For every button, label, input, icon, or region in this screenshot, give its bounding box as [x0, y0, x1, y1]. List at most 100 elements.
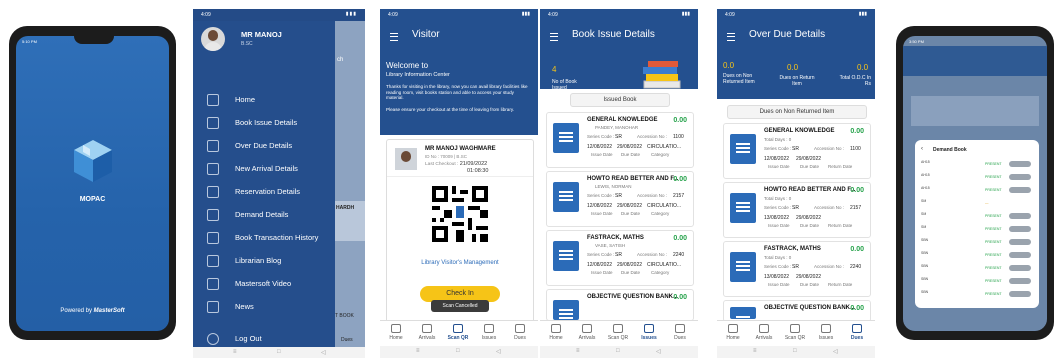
request-button[interactable] [1009, 265, 1031, 271]
nav-scan-qr[interactable]: Scan QR [781, 324, 809, 341]
nav-issues[interactable]: Issues [475, 324, 503, 341]
background-card [911, 96, 1039, 126]
request-button[interactable] [1009, 278, 1031, 284]
request-button[interactable] [1009, 239, 1031, 245]
nav-issues[interactable]: Issues [635, 324, 663, 341]
home-nav-icon[interactable]: □ [277, 349, 281, 355]
request-button[interactable] [1009, 291, 1031, 297]
home-nav-icon[interactable]: □ [456, 348, 460, 354]
demand-row[interactable]: SBN PRESENT [921, 277, 1033, 287]
request-button[interactable] [1009, 161, 1031, 167]
user-name: MR MANOJ [241, 30, 282, 39]
nav-arrivals[interactable]: Arrivals [750, 324, 778, 341]
demand-row[interactable]: SM PRESENT [921, 225, 1033, 235]
nav-scan-qr[interactable]: Scan QR [444, 324, 472, 341]
book-title: OBJECTIVE QUESTION BANK... [587, 294, 679, 300]
menu-item-label: Book Issue Details [235, 118, 298, 127]
qr-code-icon [432, 186, 488, 242]
nav-issues[interactable]: Issues [812, 324, 840, 341]
nav-dues[interactable]: Dues [666, 324, 694, 341]
status-badge: PRESENT [985, 253, 1002, 257]
overdue-card[interactable]: FASTRACK, MATHS 0.00 Total Days : 0 Seri… [723, 241, 871, 297]
series-code: SR [615, 252, 622, 258]
calendar-icon [207, 186, 219, 198]
request-button[interactable] [1009, 252, 1031, 258]
last-checkout-time: 01:08:30 [467, 168, 489, 174]
book-icon [553, 300, 579, 320]
home-nav-icon[interactable]: □ [793, 348, 797, 354]
menu-item-home[interactable]: Home [193, 90, 335, 112]
divider [387, 176, 533, 177]
last-checkout-label: Last Checkout : [425, 162, 459, 167]
nav-home[interactable]: Home [542, 324, 570, 341]
menu-item-transaction-history[interactable]: Book Transaction History [193, 228, 335, 250]
avatar[interactable] [201, 27, 225, 51]
request-button[interactable] [1009, 187, 1031, 193]
phone-notch [74, 36, 114, 44]
menu-item-over-due[interactable]: Over Due Details [193, 136, 335, 158]
request-button[interactable] [1009, 174, 1031, 180]
books-stack-icon [643, 61, 681, 89]
back-icon[interactable]: ◁ [833, 348, 838, 355]
menu-icon[interactable] [550, 33, 558, 41]
menu-icon[interactable] [390, 33, 398, 41]
request-button[interactable] [1009, 226, 1031, 232]
checkout-notice: Please ensure your checkout at the time … [386, 107, 515, 112]
recent-apps-icon[interactable]: ≡ [576, 348, 580, 354]
demand-row[interactable]: SBN PRESENT [921, 290, 1033, 300]
page-title: Book Issue Details [572, 29, 655, 40]
back-icon[interactable]: ◁ [321, 349, 326, 356]
tab-dues-non-returned[interactable]: Dues on Non Returned Item [727, 105, 867, 119]
demand-row[interactable]: SM PRESENT [921, 212, 1033, 222]
book-card[interactable]: OBJECTIVE QUESTION BANK... 0.00 [546, 289, 694, 321]
back-icon[interactable]: ‹ [921, 146, 923, 152]
overdue-card[interactable]: HOWTO READ BETTER AND F... 0.00 Total Da… [723, 182, 871, 238]
nav-dues[interactable]: Dues [506, 324, 534, 341]
nav-dues[interactable]: Dues [843, 324, 871, 341]
demand-row[interactable]: AH15 PRESENT [921, 173, 1033, 183]
menu-item-reservation[interactable]: Reservation Details [193, 182, 335, 204]
overdue-card[interactable]: GENERAL KNOWLEDGE 0.00 Total Days : 0 Se… [723, 123, 871, 179]
nav-arrivals[interactable]: Arrivals [573, 324, 601, 341]
demand-row[interactable]: SBN PRESENT [921, 264, 1033, 274]
menu-item-demand[interactable]: Demand Details [193, 205, 335, 227]
issued-count: 4 [552, 65, 557, 74]
home-nav-icon[interactable]: □ [616, 348, 620, 354]
demand-row[interactable]: AH15 PRESENT [921, 186, 1033, 196]
tab-issued-book[interactable]: Issued Book [570, 93, 670, 107]
request-button[interactable] [1009, 213, 1031, 219]
overdue-card[interactable]: OBJECTIVE QUESTION BANK... 0.00 [723, 300, 871, 322]
recent-apps-icon[interactable]: ≡ [753, 348, 757, 354]
demand-row[interactable]: SM — [921, 199, 1033, 209]
nav-home[interactable]: Home [719, 324, 747, 341]
powered-by: Powered by MasterSoft [16, 308, 169, 314]
menu-icon[interactable] [727, 33, 735, 41]
book-icon [553, 182, 579, 212]
book-title: GENERAL KNOWLEDGE [764, 128, 835, 134]
demand-row[interactable]: AH15 PRESENT [921, 160, 1033, 170]
menu-item-book-issue[interactable]: Book Issue Details [193, 113, 335, 135]
nav-arrivals[interactable]: Arrivals [413, 324, 441, 341]
signal-icon: ▮▮▮ [858, 11, 867, 17]
recent-apps-icon[interactable]: ≡ [233, 349, 237, 355]
book-card[interactable]: HOWTO READ BETTER AND F... 0.00 LEWIS, N… [546, 171, 694, 227]
row-code: SBN [921, 290, 929, 294]
menu-item-librarian-blog[interactable]: Librarian Blog [193, 251, 335, 273]
status-time: 4:09 [548, 12, 558, 18]
book-card[interactable]: GENERAL KNOWLEDGE 0.00 PANDEY, MANOHAR S… [546, 112, 694, 168]
series-label: Series Code : [764, 264, 792, 269]
book-card[interactable]: FASTRACK, MATHS 0.00 VASE, SATISH Series… [546, 230, 694, 286]
back-icon[interactable]: ◁ [656, 348, 661, 355]
accession-label: Accession No : [814, 264, 845, 269]
demand-row[interactable]: SBN PRESENT [921, 238, 1033, 248]
nav-scan-qr[interactable]: Scan QR [604, 324, 632, 341]
menu-item-new-arrival[interactable]: New Arrival Details [193, 159, 335, 181]
recent-apps-icon[interactable]: ≡ [416, 348, 420, 354]
nav-home[interactable]: Home [382, 324, 410, 341]
menu-item-mastersoft-video[interactable]: Mastersoft Video [193, 274, 335, 296]
return-date-label: Return Date [828, 282, 853, 287]
back-icon[interactable]: ◁ [496, 348, 501, 355]
home-icon [207, 94, 219, 106]
demand-row[interactable]: SBN PRESENT [921, 251, 1033, 261]
menu-item-news[interactable]: News [193, 297, 335, 319]
